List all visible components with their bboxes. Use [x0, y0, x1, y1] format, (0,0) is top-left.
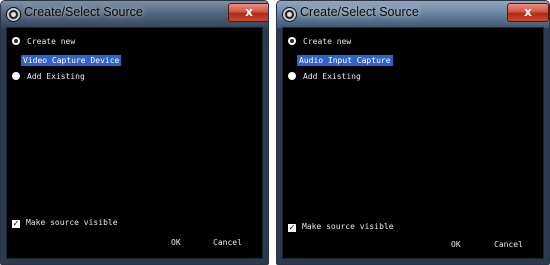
make-visible-label: Make source visible: [26, 218, 118, 227]
radio-icon[interactable]: [12, 37, 20, 45]
checkmark-icon[interactable]: ✓: [12, 220, 20, 228]
dialog-title: Create/Select Source: [300, 5, 419, 19]
obs-icon: [282, 7, 297, 22]
source-type-item[interactable]: Audio Input Capture: [297, 55, 393, 66]
obs-icon: [6, 7, 21, 22]
create-new-option[interactable]: Create new: [288, 37, 351, 46]
create-select-source-dialog-video: Create/Select Source x Create new Video …: [0, 0, 269, 265]
create-new-option[interactable]: Create new: [12, 37, 75, 46]
add-existing-label: Add Existing: [27, 72, 85, 81]
close-button[interactable]: x: [507, 3, 549, 22]
close-button[interactable]: x: [228, 3, 268, 22]
cancel-button[interactable]: Cancel: [213, 238, 242, 247]
create-select-source-dialog-audio: Create/Select Source x Create new Audio …: [276, 0, 550, 265]
create-new-label: Create new: [303, 37, 352, 46]
create-new-label: Create new: [27, 37, 76, 46]
make-visible-option[interactable]: ✓ Make source visible: [12, 218, 118, 228]
ok-button[interactable]: OK: [171, 238, 181, 247]
radio-icon[interactable]: [12, 72, 20, 80]
dialog-content: Create new Video Capture Device Add Exis…: [6, 27, 263, 259]
radio-icon[interactable]: [288, 37, 296, 45]
make-visible-option[interactable]: ✓ Make source visible: [288, 222, 394, 232]
dialog-content: Create new Audio Input Capture Add Exist…: [282, 27, 544, 259]
add-existing-option[interactable]: Add Existing: [288, 72, 361, 81]
dialog-title: Create/Select Source: [24, 5, 143, 19]
ok-button[interactable]: OK: [451, 240, 461, 249]
add-existing-label: Add Existing: [303, 72, 361, 81]
source-type-item[interactable]: Video Capture Device: [21, 55, 122, 66]
add-existing-option[interactable]: Add Existing: [12, 72, 85, 81]
close-icon: x: [524, 5, 532, 19]
radio-icon[interactable]: [288, 72, 296, 80]
cancel-button[interactable]: Cancel: [494, 240, 523, 249]
make-visible-label: Make source visible: [302, 222, 394, 231]
checkmark-icon[interactable]: ✓: [288, 224, 296, 232]
title-bar[interactable]: Create/Select Source x: [1, 1, 268, 28]
title-bar[interactable]: Create/Select Source x: [277, 1, 549, 28]
close-icon: x: [245, 5, 253, 19]
